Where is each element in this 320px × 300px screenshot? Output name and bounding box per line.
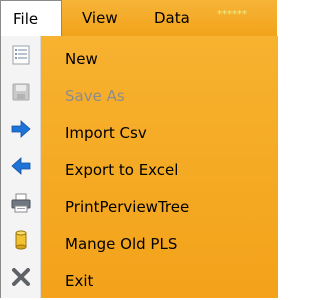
close-x-icon bbox=[9, 265, 33, 289]
new-document-icon bbox=[9, 43, 33, 67]
menu-item-exit[interactable]: Exit bbox=[41, 263, 277, 300]
menu-item-label: Save As bbox=[65, 87, 125, 105]
menu-item-manage-old-pls[interactable]: Mange Old PLS bbox=[41, 226, 277, 263]
menu-items-panel: New Save As Import Csv Export to Excel P… bbox=[41, 36, 278, 298]
application-frame: File View Data ****** New Save As Import… bbox=[0, 0, 278, 298]
menu-item-label: New bbox=[65, 50, 98, 68]
menu-item-label: PrintPerviewTree bbox=[65, 198, 190, 216]
menu-item-label: Import Csv bbox=[65, 124, 147, 142]
menu-view[interactable]: View bbox=[82, 0, 118, 37]
menu-item-export-to-excel[interactable]: Export to Excel bbox=[41, 152, 277, 189]
menu-item-label: Mange Old PLS bbox=[65, 235, 178, 253]
menu-item-save-as[interactable]: Save As bbox=[41, 78, 277, 115]
save-disk-icon bbox=[9, 80, 33, 104]
database-cylinder-icon bbox=[9, 228, 33, 252]
menu-data[interactable]: Data bbox=[154, 0, 190, 37]
file-dropdown-menu: New Save As Import Csv Export to Excel P… bbox=[0, 36, 278, 298]
arrow-right-icon bbox=[9, 117, 33, 141]
menu-item-label: Export to Excel bbox=[65, 161, 179, 179]
menu-item-print-preview-tree[interactable]: PrintPerviewTree bbox=[41, 189, 277, 226]
arrow-left-icon bbox=[9, 154, 33, 178]
stars-decoration: ****** bbox=[217, 9, 247, 20]
menu-icon-strip bbox=[1, 36, 41, 298]
menu-item-new[interactable]: New bbox=[41, 41, 277, 78]
menu-file[interactable]: File bbox=[0, 0, 62, 37]
menu-item-label: Exit bbox=[65, 272, 94, 290]
menu-item-import-csv[interactable]: Import Csv bbox=[41, 115, 277, 152]
printer-icon bbox=[9, 191, 33, 215]
menu-bar: File View Data ****** bbox=[0, 0, 277, 37]
